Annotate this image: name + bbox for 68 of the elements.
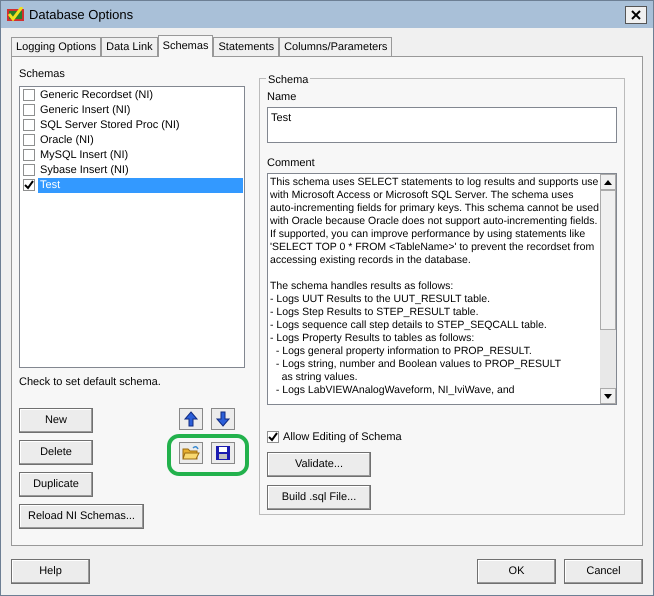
hint-text: Check to set default schema. — [19, 374, 162, 390]
field-label: Name — [267, 90, 298, 105]
checkbox[interactable] — [23, 119, 35, 131]
close-button[interactable] — [625, 6, 647, 24]
comment-line: with Oracle because Oracle does not support auto-incrementing fields. — [270, 215, 598, 228]
close-icon — [631, 10, 641, 20]
comment-field[interactable] — [267, 173, 617, 405]
tab[interactable]: Schemas — [158, 35, 214, 57]
open-button[interactable] — [179, 442, 203, 464]
comment-line: - Logs LabVIEWAnalogWaveform, NI_IviWave, and — [274, 384, 516, 397]
scrollbar[interactable] — [600, 174, 616, 404]
comment-line: - Logs string, number and Boolean values to PROP_RESULT — [274, 358, 562, 371]
tab[interactable]: Statements — [213, 37, 280, 56]
list-item[interactable]: MySQL Insert (NI) — [38, 148, 243, 162]
up-arrow-icon — [184, 411, 198, 427]
comment-line: - Logs sequence call step details to STEP_SEQCALL table. — [270, 319, 548, 332]
comment-line: - Logs general property information to PROP_RESULT. — [274, 345, 533, 358]
down-triangle-icon — [604, 394, 612, 398]
scroll-up-button[interactable] — [600, 174, 616, 190]
scroll-down-button[interactable] — [600, 388, 616, 404]
comment-line: with Microsoft Access or Microsoft SQL Server. The schema uses — [270, 189, 574, 202]
checkbox[interactable] — [267, 431, 279, 444]
action-button[interactable]: Delete — [19, 440, 93, 465]
checkbox-label: Allow Editing of Schema — [283, 430, 402, 445]
reload-button[interactable]: Reload NI Schemas... — [19, 504, 144, 529]
field-label: Comment — [267, 156, 316, 170]
checkbox[interactable] — [23, 89, 35, 101]
down-arrow-icon — [216, 411, 230, 427]
folder-icon — [182, 445, 200, 461]
list-label: Schemas — [19, 67, 66, 82]
app-icon — [7, 7, 24, 22]
name-field[interactable]: Test — [267, 106, 617, 142]
scroll-thumb[interactable] — [600, 190, 616, 330]
window-title: Database Options — [29, 6, 134, 24]
comment-line: This schema uses SELECT statements to log results and supports use — [270, 176, 598, 189]
comment-line: - Logs UUT Results to the UUT_RESULT table. — [270, 293, 492, 306]
list-item[interactable]: Oracle (NI) — [38, 132, 243, 148]
help-button[interactable]: Help — [11, 559, 90, 584]
up-triangle-icon — [604, 180, 612, 184]
checkbox[interactable] — [23, 149, 35, 161]
move-down-button[interactable] — [211, 408, 235, 430]
list-item[interactable]: Generic Insert (NI) — [38, 102, 243, 118]
comment-line: If supported, you can improve performance by using statements like — [270, 228, 586, 241]
list-item[interactable]: Sybase Insert (NI) — [38, 162, 243, 178]
list-item[interactable]: SQL Server Stored Proc (NI) — [38, 118, 243, 132]
comment-line: - Logs Step Results to STEP_RESULT table. — [270, 306, 480, 319]
action-button[interactable]: New — [19, 408, 93, 433]
move-up-button[interactable] — [179, 408, 203, 430]
checkbox[interactable] — [23, 134, 35, 146]
action-button[interactable]: Duplicate — [19, 472, 93, 497]
comment-line: auto-incrementing fields for primary keys. This schema cannot be used — [270, 202, 598, 215]
comment-line: as string values. — [280, 371, 359, 384]
tab[interactable]: Data Link — [101, 37, 158, 56]
comment-line: - Logs Property Results to tables as follows: — [270, 332, 476, 345]
save-button[interactable] — [211, 442, 235, 464]
action-button[interactable]: Build .sql File... — [267, 484, 371, 510]
ok-button[interactable]: OK — [477, 559, 556, 584]
tab[interactable]: Logging Options — [11, 37, 102, 56]
list-item[interactable]: Generic Recordset (NI) — [38, 88, 243, 102]
checkbox[interactable] — [23, 164, 35, 176]
comment-line: The schema handles results as follows: — [270, 280, 454, 293]
checkbox[interactable] — [23, 104, 35, 116]
comment-line: 'SELECT TOP 0 * FROM <TableName>' to prevent the recordset from — [270, 241, 596, 254]
cancel-button[interactable]: Cancel — [564, 559, 643, 584]
tab[interactable]: Columns/Parameters — [279, 37, 392, 56]
action-button[interactable]: Validate... — [267, 452, 371, 476]
comment-line: accessing existing records in the database. — [270, 254, 472, 267]
checkbox[interactable] — [23, 179, 35, 191]
